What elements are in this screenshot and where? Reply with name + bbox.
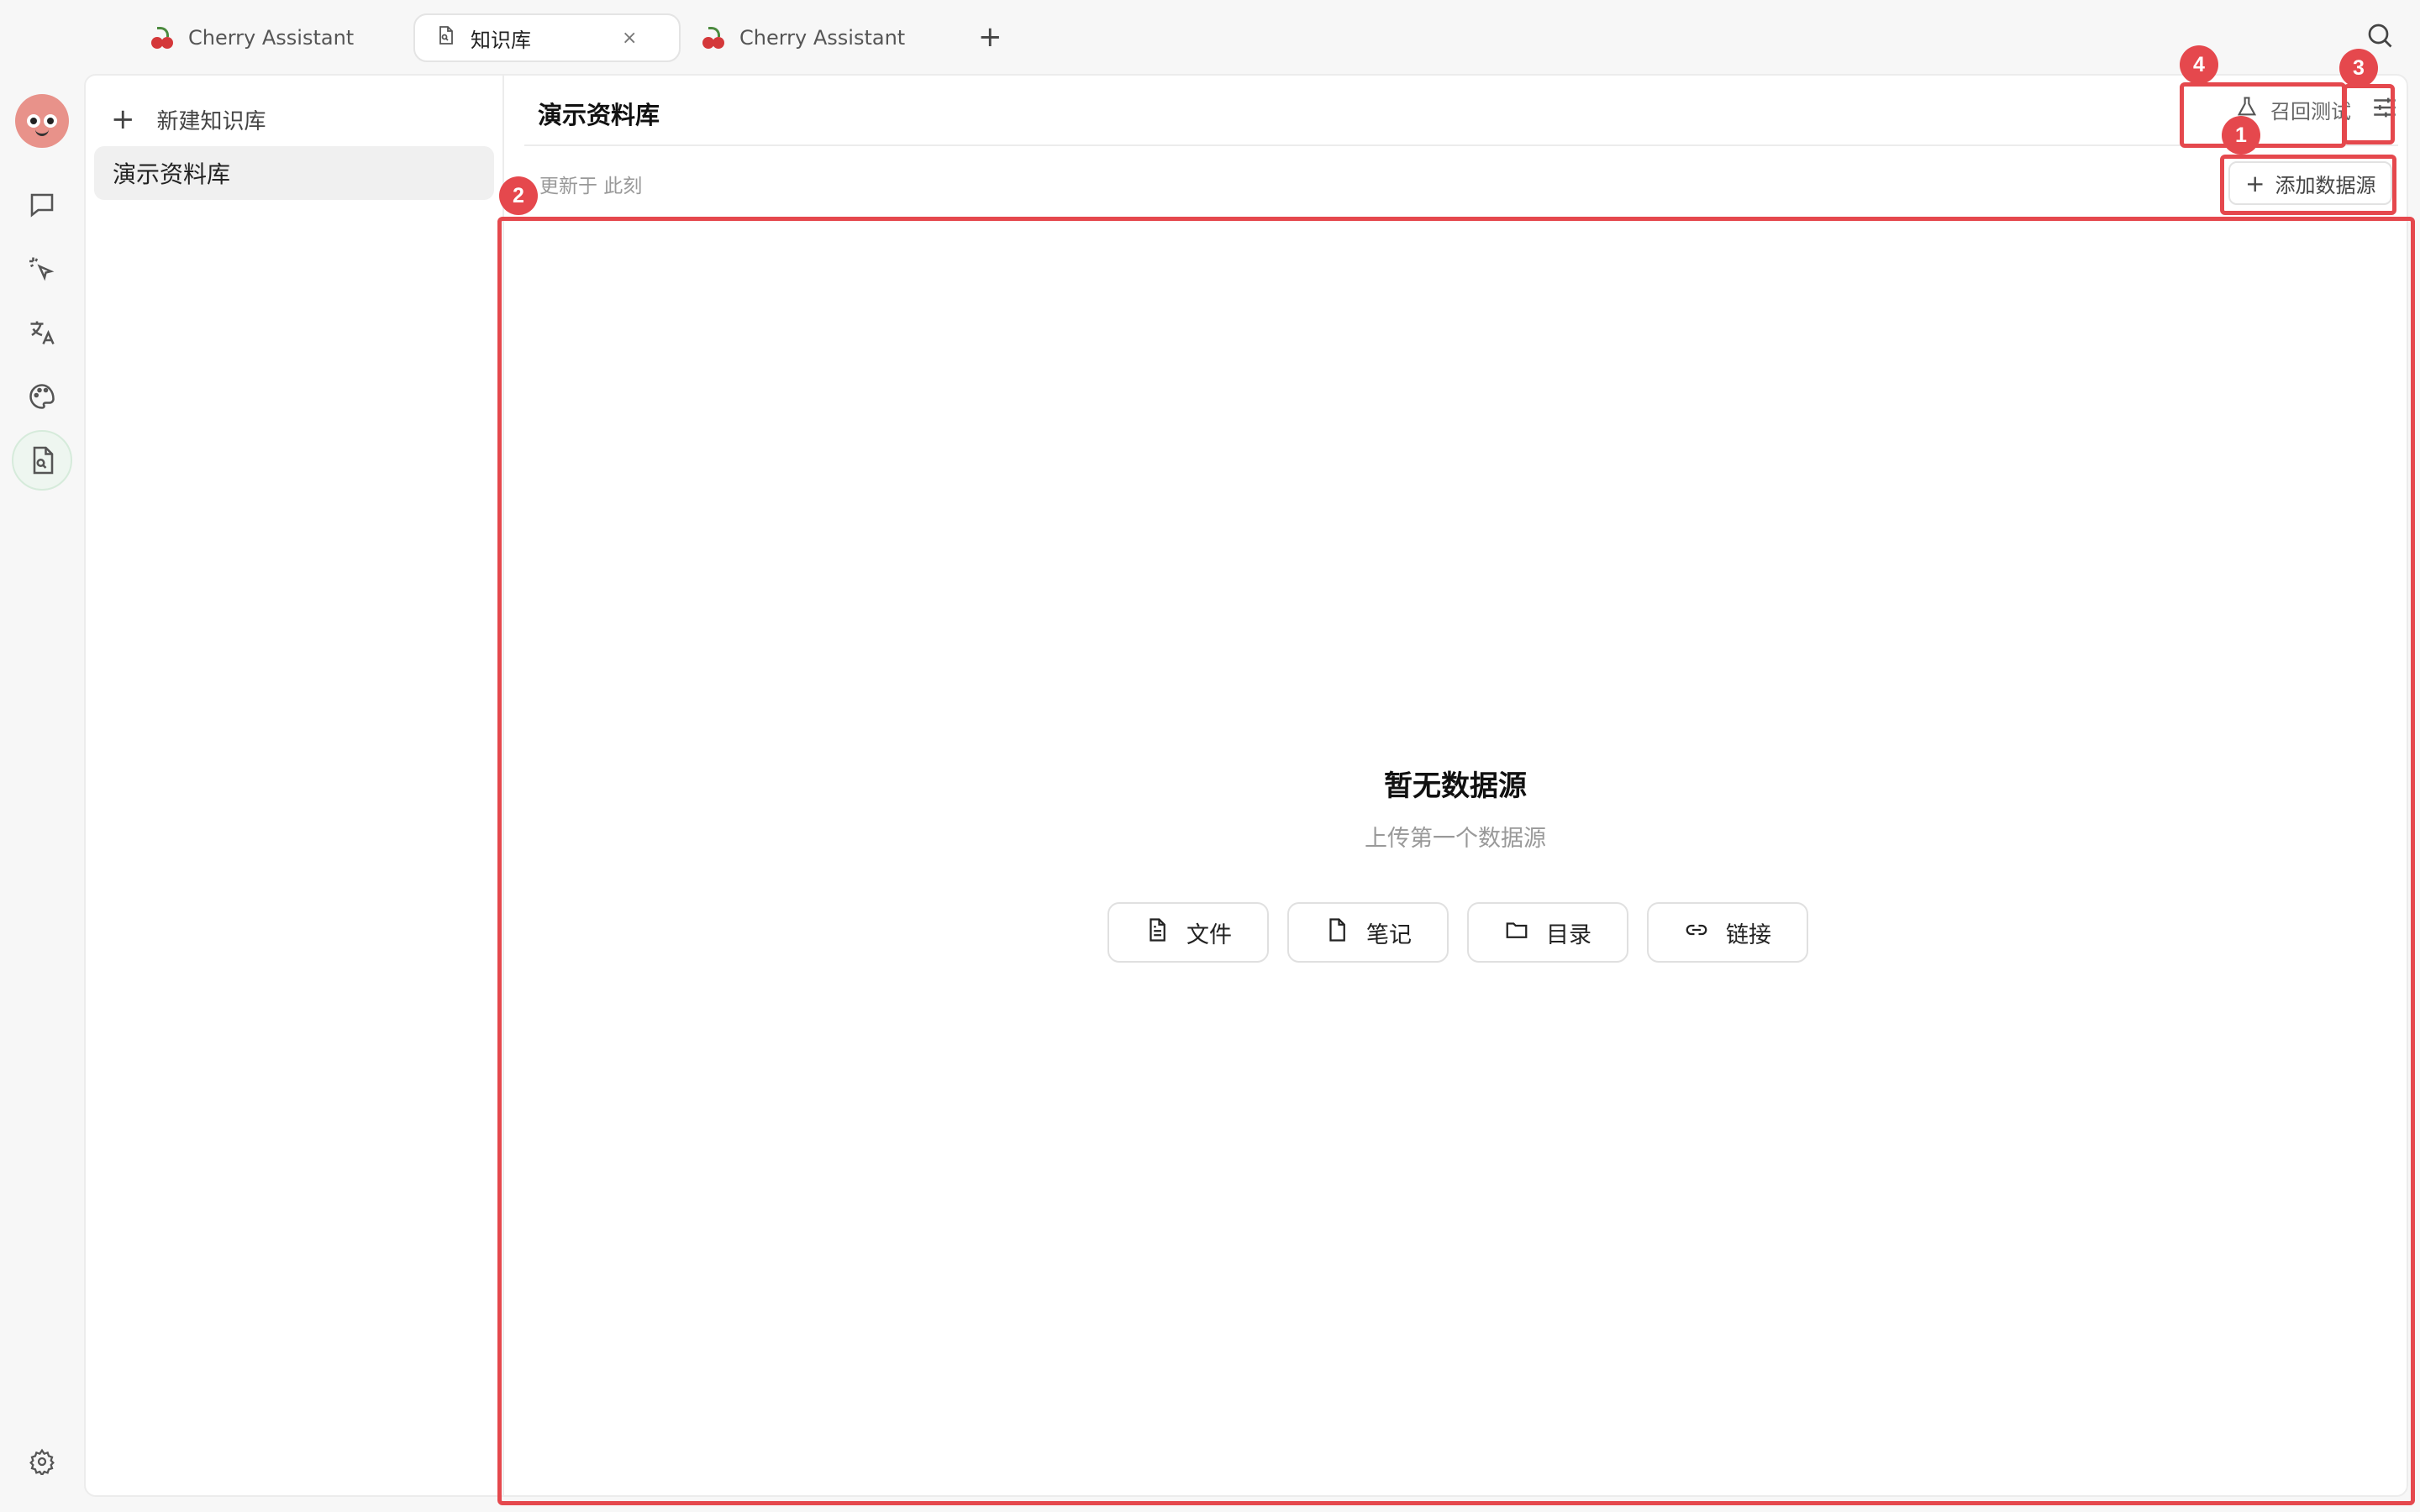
tab-cherry-assistant-1[interactable]: Cherry Assistant <box>131 13 374 62</box>
settings-gear-icon[interactable] <box>22 1441 62 1482</box>
new-kb-button[interactable]: + 新建知识库 <box>111 94 266 144</box>
annotation-box-recall-test <box>2180 82 2346 148</box>
knowledge-file-icon <box>435 25 455 50</box>
cherry-icon <box>702 27 724 49</box>
tab-label: Cherry Assistant <box>739 26 906 50</box>
search-icon[interactable] <box>2365 20 2395 54</box>
knowledge-file-icon[interactable] <box>12 430 72 491</box>
tab-label: Cherry Assistant <box>188 26 355 50</box>
icon-rail <box>0 0 84 1512</box>
tab-label: 知识库 <box>471 28 531 52</box>
avatar[interactable] <box>15 94 69 148</box>
new-kb-label: 新建知识库 <box>156 108 266 134</box>
kb-list-item[interactable]: 演示资料库 <box>94 146 494 200</box>
annotation-badge-3: 3 <box>2339 49 2378 87</box>
kb-header: 演示资料库 召回测试 <box>524 76 2398 146</box>
plus-icon: + <box>111 102 135 136</box>
palette-icon[interactable] <box>22 376 62 417</box>
agents-sparkle-icon[interactable] <box>22 249 62 289</box>
close-tab-icon[interactable]: × <box>622 28 637 49</box>
annotation-box-data-source-area <box>497 217 2415 1505</box>
annotation-badge-1: 1 <box>2222 116 2260 155</box>
annotation-badge-4: 4 <box>2180 45 2218 84</box>
kb-sidebar: + 新建知识库 演示资料库 <box>86 76 504 1495</box>
translate-icon[interactable] <box>22 312 62 353</box>
chat-icon[interactable] <box>22 185 62 225</box>
annotation-box-add-source <box>2220 155 2396 215</box>
add-tab-button[interactable]: + <box>978 17 1002 57</box>
updated-time-text: 更新于 此刻 <box>539 176 643 197</box>
annotation-box-settings <box>2343 84 2395 144</box>
page-title: 演示资料库 <box>538 101 660 129</box>
tab-cherry-assistant-2[interactable]: Cherry Assistant <box>682 13 925 62</box>
cherry-icon <box>151 27 173 49</box>
annotation-badge-2: 2 <box>499 176 538 215</box>
kb-list-item-label: 演示资料库 <box>113 160 231 188</box>
tab-bar: Cherry Assistant 知识库 × Cherry Assistant … <box>0 0 2420 74</box>
tab-knowledge-base[interactable]: 知识库 × <box>413 13 681 62</box>
